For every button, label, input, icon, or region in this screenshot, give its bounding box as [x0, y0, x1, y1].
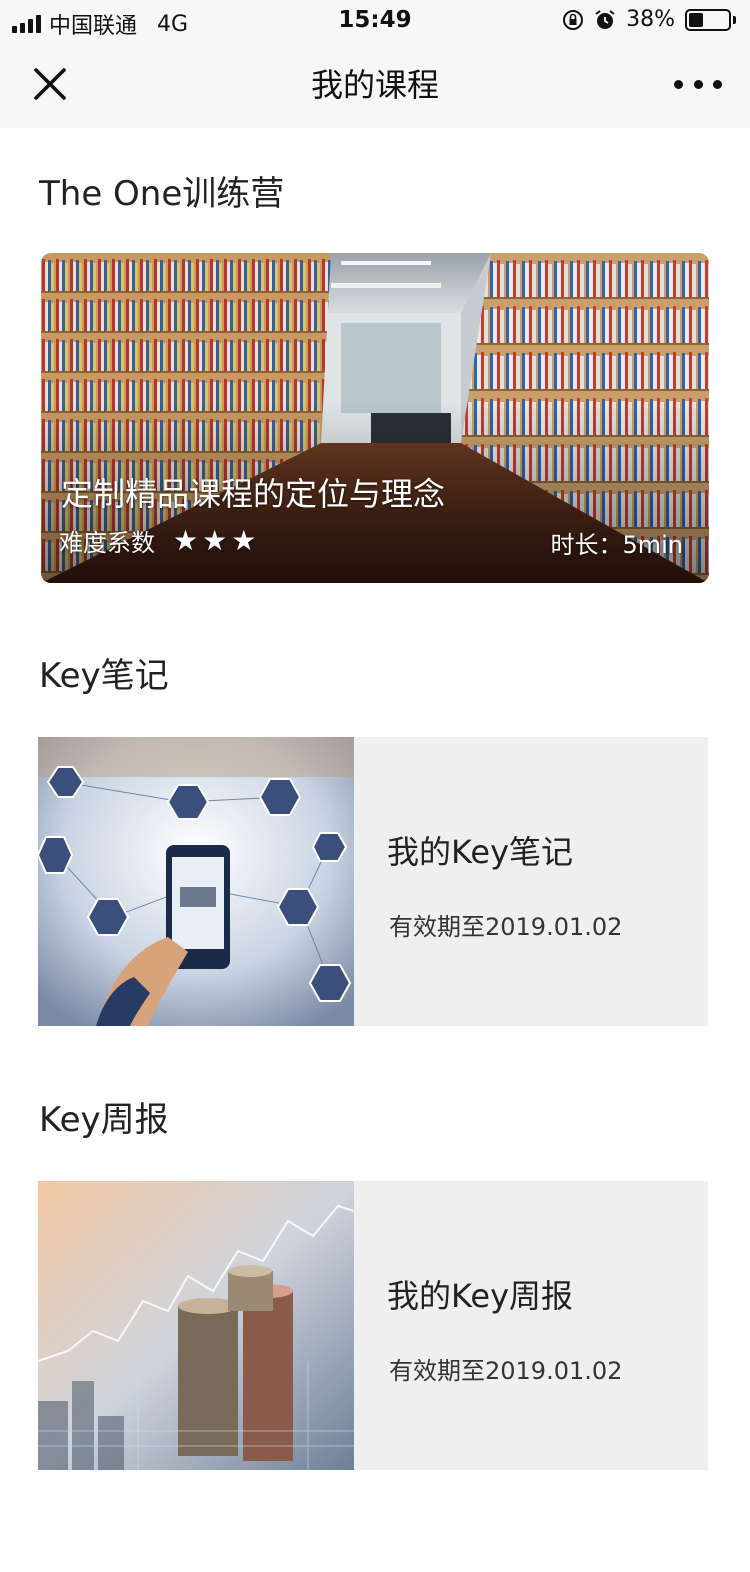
- key-notes-title: 我的Key笔记: [387, 833, 574, 871]
- course-card[interactable]: 定制精品课程的定位与理念 难度系数 ★ ★ ★ 时长：5min: [41, 253, 709, 583]
- difficulty-row: 难度系数 ★ ★ ★: [59, 523, 256, 558]
- key-notes-card[interactable]: 我的Key笔记 有效期至2019.01.02: [38, 737, 708, 1026]
- course-duration: 时长：5min: [550, 531, 683, 559]
- star-icon: ★: [231, 523, 257, 557]
- battery-icon: [685, 8, 731, 31]
- finance-coins-image: [38, 1181, 354, 1470]
- more-dot-icon: [693, 79, 703, 89]
- section-title-camp: The One训练营: [39, 174, 285, 214]
- status-right: 38%: [562, 7, 736, 32]
- page-title: 我的课程: [310, 66, 439, 104]
- section-title-weekly: Key周报: [39, 1100, 169, 1140]
- status-bar: 中国联通 4G 15:49 38%: [0, 0, 750, 40]
- key-weekly-validity: 有效期至2019.01.02: [389, 1357, 623, 1385]
- star-icon: ★: [202, 523, 228, 557]
- more-dot-icon: [674, 79, 683, 89]
- alarm-icon: [595, 9, 615, 29]
- difficulty-stars: ★ ★ ★: [173, 523, 257, 557]
- notes-thumbnail: [38, 737, 354, 1026]
- section-title-notes: Key笔记: [39, 656, 169, 696]
- course-title: 定制精品课程的定位与理念: [61, 475, 446, 513]
- key-weekly-title: 我的Key周报: [387, 1277, 574, 1315]
- more-dot-icon: [713, 79, 722, 89]
- star-icon: ★: [173, 523, 199, 557]
- key-notes-validity: 有效期至2019.01.02: [389, 913, 623, 941]
- battery-percent: 38%: [626, 7, 675, 32]
- orientation-lock-icon: [563, 9, 584, 30]
- weekly-thumbnail: [38, 1181, 354, 1470]
- more-button[interactable]: [674, 68, 722, 100]
- battery-tip: [733, 15, 736, 24]
- retail-tech-image: [38, 737, 354, 1026]
- difficulty-label: 难度系数: [59, 529, 155, 557]
- key-weekly-card[interactable]: 我的Key周报 有效期至2019.01.02: [38, 1181, 708, 1470]
- nav-bar: 我的课程: [0, 40, 750, 128]
- battery-level: [689, 12, 703, 27]
